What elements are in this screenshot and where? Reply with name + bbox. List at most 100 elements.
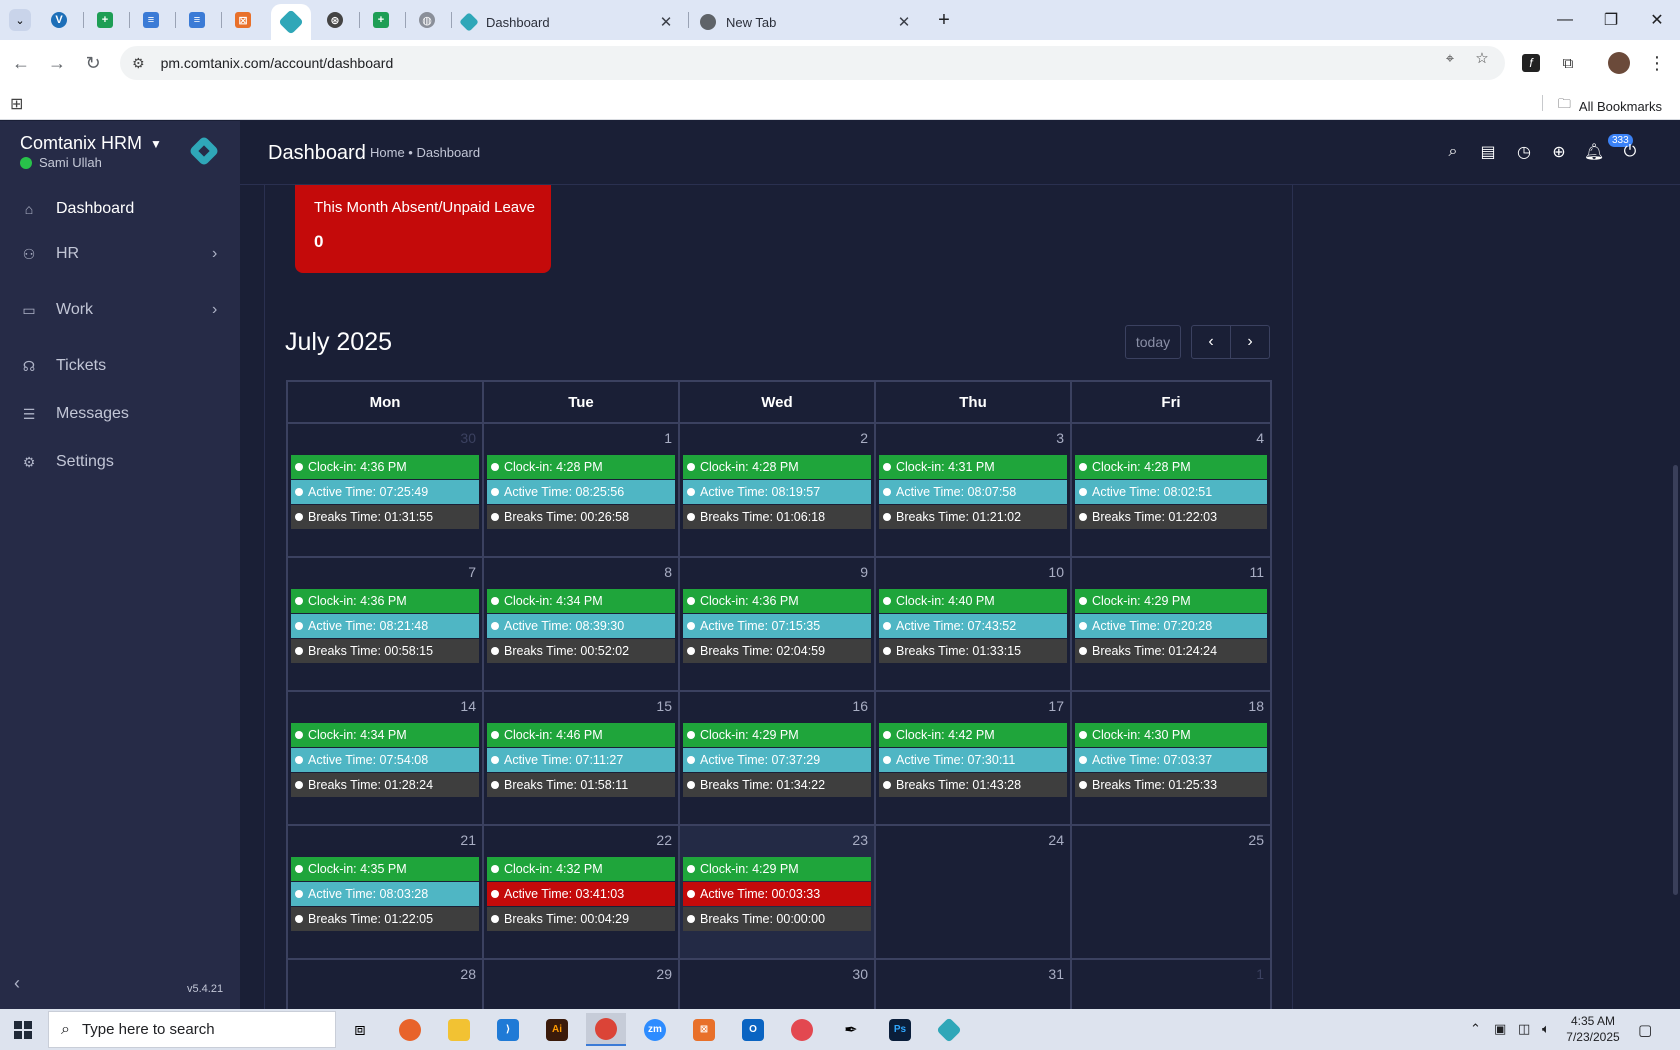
- calendar-day-cell[interactable]: 10 Clock-in: 4:40 PM Active Time: 07:43:52…: [876, 558, 1072, 690]
- breaks-time-event[interactable]: Breaks Time: 01:28:24: [291, 773, 479, 797]
- active-time-event[interactable]: Active Time: 03:41:03: [487, 882, 675, 906]
- active-time-event[interactable]: Active Time: 08:03:28: [291, 882, 479, 906]
- new-tab-button[interactable]: +: [932, 8, 956, 32]
- breaks-time-event[interactable]: Breaks Time: 00:00:00: [683, 907, 871, 931]
- breaks-time-event[interactable]: Breaks Time: 01:21:02: [879, 505, 1067, 529]
- day-number[interactable]: 16: [852, 698, 868, 714]
- day-number[interactable]: 25: [1248, 832, 1264, 848]
- breadcrumb[interactable]: Home • Dashboard: [370, 145, 480, 160]
- breaks-time-event[interactable]: Breaks Time: 01:22:03: [1075, 505, 1267, 529]
- day-number[interactable]: 24: [1048, 832, 1064, 848]
- close-icon[interactable]: ✕: [894, 13, 914, 31]
- sidebar-item-settings[interactable]: ⚙ Settings: [0, 440, 240, 484]
- clock-in-event[interactable]: Clock-in: 4:29 PM: [683, 723, 871, 747]
- tab-favicon[interactable]: ≡: [139, 8, 163, 32]
- sticky-note-icon[interactable]: ▤: [1477, 141, 1499, 163]
- calendar-day-cell[interactable]: 22 Clock-in: 4:32 PM Active Time: 03:41:03…: [484, 826, 680, 958]
- day-number[interactable]: 23: [852, 832, 868, 848]
- clock-in-event[interactable]: Clock-in: 4:36 PM: [683, 589, 871, 613]
- calendar-day-cell[interactable]: 23 Clock-in: 4:29 PM Active Time: 00:03:33…: [680, 826, 876, 958]
- active-time-event[interactable]: Active Time: 07:54:08: [291, 748, 479, 772]
- day-number[interactable]: 10: [1048, 564, 1064, 580]
- day-number[interactable]: 2: [860, 430, 868, 446]
- calendar-day-cell[interactable]: 15 Clock-in: 4:46 PM Active Time: 07:11:27…: [484, 692, 680, 824]
- star-icon[interactable]: ☆: [1472, 48, 1492, 68]
- breaks-time-event[interactable]: Breaks Time: 00:52:02: [487, 639, 675, 663]
- extension-icon[interactable]: f: [1518, 50, 1544, 76]
- taskbar-app-zoom[interactable]: zm: [635, 1013, 675, 1046]
- sidebar-item-dashboard[interactable]: ⌂ Dashboard: [0, 187, 240, 231]
- taskbar-app-comtanix[interactable]: [929, 1013, 969, 1046]
- clock-in-event[interactable]: Clock-in: 4:34 PM: [291, 723, 479, 747]
- apps-grid-icon[interactable]: ⊞: [10, 94, 23, 114]
- search-icon[interactable]: ⌕: [1442, 141, 1464, 163]
- breaks-time-event[interactable]: Breaks Time: 02:04:59: [683, 639, 871, 663]
- power-icon[interactable]: ⏻: [1619, 141, 1641, 163]
- day-number[interactable]: 8: [664, 564, 672, 580]
- breaks-time-event[interactable]: Breaks Time: 01:25:33: [1075, 773, 1267, 797]
- notification-center-icon[interactable]: ▢: [1638, 1021, 1652, 1039]
- taskbar-app-firefox[interactable]: [390, 1013, 430, 1046]
- profile-button[interactable]: [1606, 50, 1632, 76]
- calendar-day-cell[interactable]: 1 Clock-in: 4:28 PM Active Time: 08:25:56 B…: [484, 424, 680, 556]
- day-number[interactable]: 18: [1248, 698, 1264, 714]
- clock-in-event[interactable]: Clock-in: 4:28 PM: [1075, 455, 1267, 479]
- calendar-day-cell[interactable]: 9 Clock-in: 4:36 PM Active Time: 07:15:35 B…: [680, 558, 876, 690]
- day-number[interactable]: 21: [460, 832, 476, 848]
- day-number[interactable]: 28: [460, 966, 476, 982]
- plus-circle-icon[interactable]: ⊕: [1548, 141, 1570, 163]
- clock-in-event[interactable]: Clock-in: 4:29 PM: [1075, 589, 1267, 613]
- day-number[interactable]: 1: [1256, 966, 1264, 982]
- calendar-day-cell[interactable]: 30 Clock-in: 4:36 PM Active Time: 07:25:49…: [288, 424, 484, 556]
- breaks-time-event[interactable]: Breaks Time: 00:26:58: [487, 505, 675, 529]
- calendar-day-cell[interactable]: 21 Clock-in: 4:35 PM Active Time: 08:03:28…: [288, 826, 484, 958]
- calendar-day-cell[interactable]: 1: [1072, 960, 1270, 1009]
- day-number[interactable]: 9: [860, 564, 868, 580]
- sidebar-item-tickets[interactable]: ☊ Tickets: [0, 344, 240, 388]
- app-logo-icon[interactable]: [188, 135, 220, 167]
- clock-in-event[interactable]: Clock-in: 4:46 PM: [487, 723, 675, 747]
- day-number[interactable]: 31: [1048, 966, 1064, 982]
- minimize-button[interactable]: —: [1542, 0, 1588, 40]
- day-number[interactable]: 14: [460, 698, 476, 714]
- active-time-event[interactable]: Active Time: 07:11:27: [487, 748, 675, 772]
- tab-favicon[interactable]: +: [93, 8, 117, 32]
- url-text[interactable]: pm.comtanix.com/account/dashboard: [161, 55, 394, 71]
- tab-dashboard[interactable]: Dashboard ✕: [452, 4, 682, 40]
- tab-favicon[interactable]: V: [47, 8, 71, 32]
- system-clock[interactable]: 4:35 AM 7/23/2025: [1560, 1013, 1626, 1045]
- active-time-event[interactable]: Active Time: 07:03:37: [1075, 748, 1267, 772]
- tab-new-tab[interactable]: New Tab ✕: [690, 4, 920, 40]
- clock-in-event[interactable]: Clock-in: 4:32 PM: [487, 857, 675, 881]
- clock-in-event[interactable]: Clock-in: 4:30 PM: [1075, 723, 1267, 747]
- chevron-up-icon[interactable]: ⌃: [1470, 1021, 1481, 1037]
- calendar-day-cell[interactable]: 30: [680, 960, 876, 1009]
- breaks-time-event[interactable]: Breaks Time: 01:43:28: [879, 773, 1067, 797]
- forward-button[interactable]: →: [44, 50, 70, 76]
- wifi-icon[interactable]: ◫: [1518, 1021, 1530, 1037]
- active-time-event[interactable]: Active Time: 07:20:28: [1075, 614, 1267, 638]
- active-time-event[interactable]: Active Time: 08:25:56: [487, 480, 675, 504]
- menu-button[interactable]: ⋮: [1644, 50, 1670, 76]
- clock-in-event[interactable]: Clock-in: 4:42 PM: [879, 723, 1067, 747]
- extensions-button[interactable]: ⧉: [1555, 50, 1581, 76]
- prev-month-button[interactable]: ‹: [1191, 325, 1231, 359]
- clock-in-event[interactable]: Clock-in: 4:28 PM: [683, 455, 871, 479]
- sidebar-item-hr[interactable]: ⚇ HR ›: [0, 232, 240, 276]
- restore-button[interactable]: ❐: [1588, 0, 1634, 40]
- breaks-time-event[interactable]: Breaks Time: 00:04:29: [487, 907, 675, 931]
- calendar-day-cell[interactable]: 24: [876, 826, 1072, 958]
- tab-favicon[interactable]: ≡: [185, 8, 209, 32]
- tab-favicon[interactable]: ⊛: [323, 8, 347, 32]
- clock-in-event[interactable]: Clock-in: 4:34 PM: [487, 589, 675, 613]
- day-number[interactable]: 3: [1056, 430, 1064, 446]
- network-icon[interactable]: ▣: [1494, 1021, 1506, 1037]
- calendar-day-cell[interactable]: 16 Clock-in: 4:29 PM Active Time: 07:37:29…: [680, 692, 876, 824]
- tab-favicon[interactable]: +: [369, 8, 393, 32]
- taskbar-app-outlook[interactable]: O: [733, 1013, 773, 1046]
- day-number[interactable]: 4: [1256, 430, 1264, 446]
- volume-icon[interactable]: 🔈︎: [1542, 1021, 1550, 1037]
- tab-search-button[interactable]: ⌄: [8, 8, 32, 32]
- calendar-day-cell[interactable]: 18 Clock-in: 4:30 PM Active Time: 07:03:37…: [1072, 692, 1270, 824]
- breaks-time-event[interactable]: Breaks Time: 01:24:24: [1075, 639, 1267, 663]
